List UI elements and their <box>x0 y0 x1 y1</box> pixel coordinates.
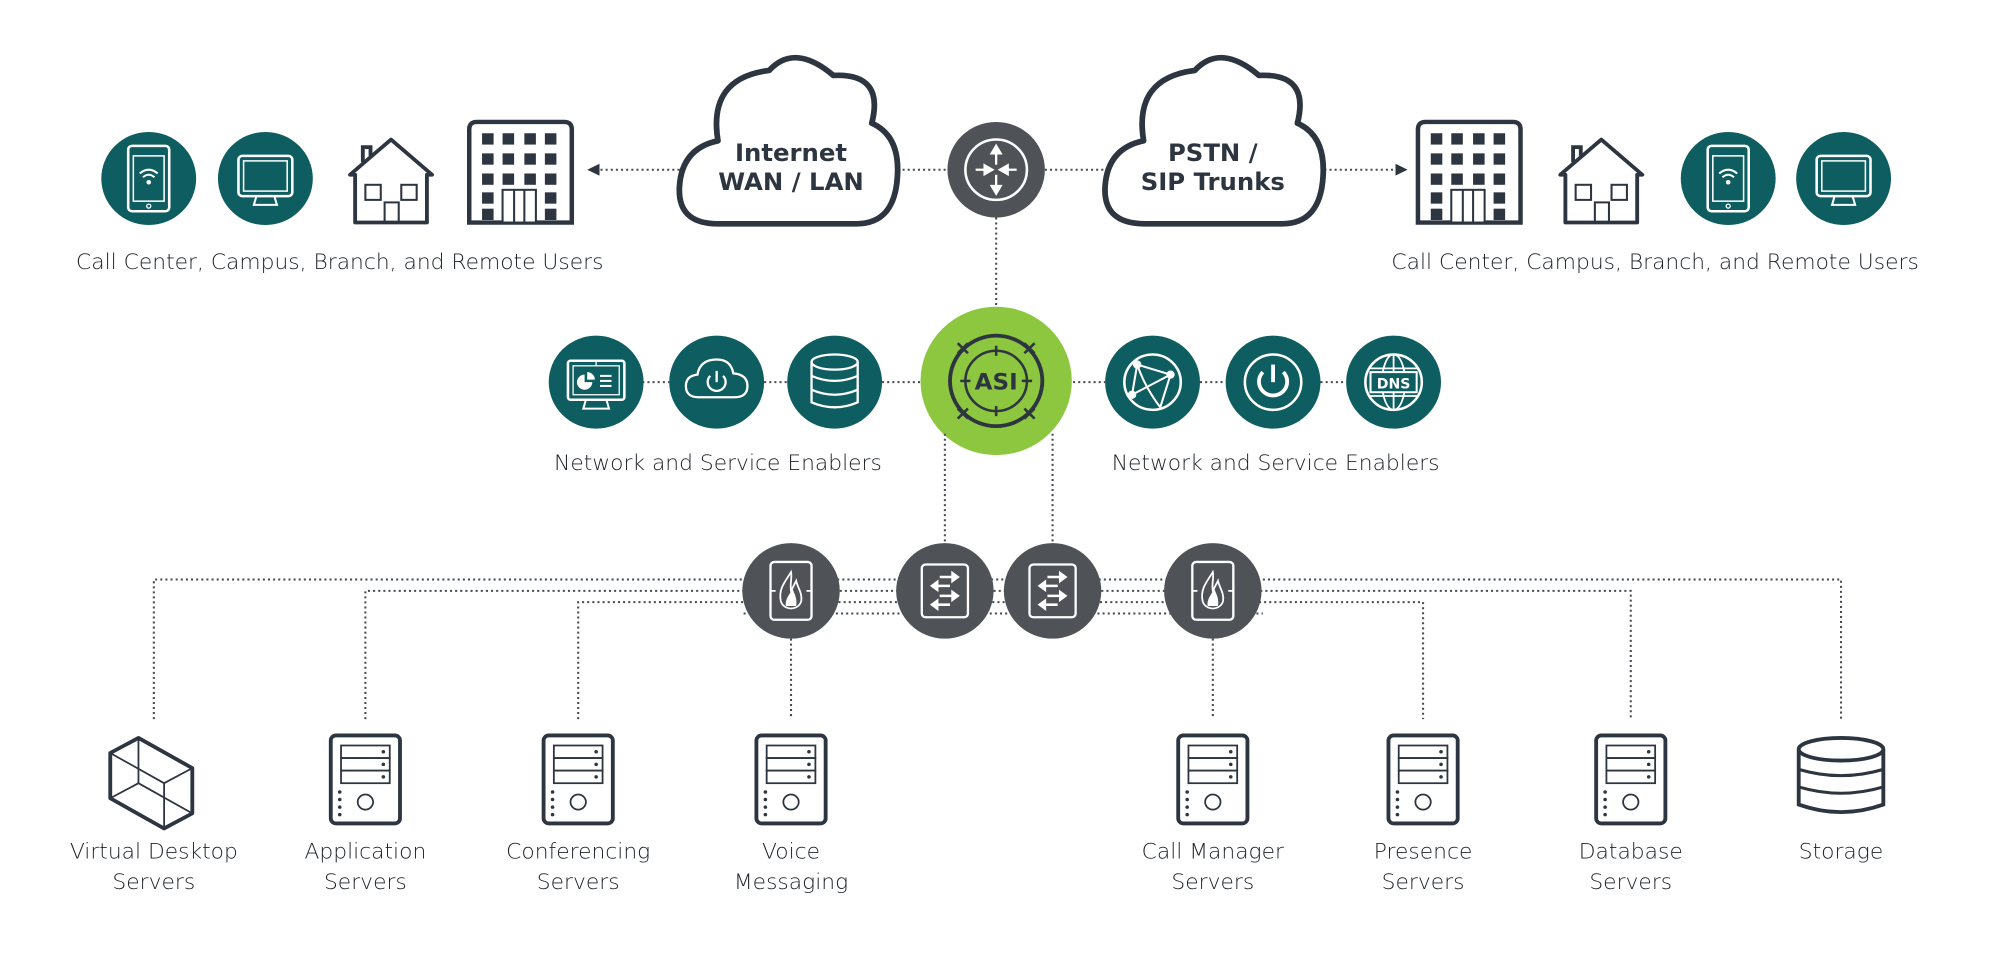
server-labels: Virtual Desktop Servers Application Serv… <box>70 840 1883 895</box>
pstn-cloud: PSTN / SIP Trunks <box>1102 54 1327 227</box>
house-icon <box>1558 137 1645 225</box>
server-label-line2: Messaging <box>734 870 848 895</box>
server-label-line1: Conferencing <box>506 840 650 865</box>
pstn-cloud-line2: SIP Trunks <box>1141 168 1285 196</box>
office-building-icon <box>1418 122 1521 223</box>
enabler-cloud-power <box>669 335 765 429</box>
left-users-label: Call Center, Campus, Branch, and Remote … <box>76 250 603 275</box>
server-label-line1: Call Manager <box>1142 840 1284 865</box>
firewall-node-right <box>1162 541 1263 640</box>
firewall-node-left <box>741 541 841 640</box>
server-tower-icon <box>1594 733 1668 826</box>
virtual-cube-icon <box>108 736 195 831</box>
server-label-line2: Servers <box>1171 870 1254 895</box>
router-node <box>947 121 1045 218</box>
internet-cloud-line2: WAN / LAN <box>718 168 864 196</box>
enabler-dns: DNS <box>1346 335 1442 429</box>
server-label-line1: Application <box>305 840 427 865</box>
asi-node[interactable]: ASI <box>920 306 1072 456</box>
network-diagram: Call Center, Campus, Branch, and Remote … <box>70 54 1919 895</box>
dns-text: DNS <box>1377 377 1411 393</box>
switch-node-right <box>1002 541 1103 640</box>
server-label-line1: Database <box>1579 840 1683 865</box>
enabler-dashboard <box>548 335 644 429</box>
enabler-power <box>1225 335 1321 429</box>
storage-server <box>1796 736 1886 814</box>
internet-cloud-line1: Internet <box>735 139 847 167</box>
monitor-icon <box>1794 130 1893 227</box>
pstn-cloud-line1: PSTN / <box>1168 139 1258 167</box>
internet-cloud: Internet WAN / LAN <box>676 54 901 227</box>
asi-label: ASI <box>975 370 1018 396</box>
server-tower-icon <box>1386 733 1460 826</box>
right-enablers-label: Network and Service Enablers <box>1112 451 1440 476</box>
server-tower-icon <box>754 733 828 826</box>
virtual-desktop-server <box>108 736 195 831</box>
tablet-wifi-icon <box>99 130 198 227</box>
server-label-line1: Storage <box>1799 840 1884 865</box>
house-icon <box>348 137 434 225</box>
enabler-globe-network <box>1105 335 1200 429</box>
monitor-icon <box>216 130 315 227</box>
server-tower-icon <box>328 733 402 826</box>
storage-disks-icon <box>1796 736 1886 814</box>
tablet-wifi-icon <box>1679 130 1777 227</box>
server-bus <box>152 578 1843 720</box>
enabler-database <box>787 335 883 429</box>
server-label-line1: Presence <box>1374 840 1473 865</box>
server-label-line2: Servers <box>112 870 195 895</box>
left-enablers-label: Network and Service Enablers <box>554 451 882 476</box>
server-label-line2: Servers <box>324 870 407 895</box>
server-tower-icon <box>541 733 615 826</box>
server-tower-icon <box>1176 733 1250 826</box>
server-label-line2: Servers <box>1589 870 1672 895</box>
right-users-label: Call Center, Campus, Branch, and Remote … <box>1391 250 1918 275</box>
switch-node-left <box>894 541 995 640</box>
server-label-line2: Servers <box>1382 870 1465 895</box>
server-label-line2: Servers <box>537 870 620 895</box>
server-label-line1: Voice <box>762 840 820 865</box>
office-building-icon <box>469 122 572 223</box>
server-label-line1: Virtual Desktop <box>70 840 238 865</box>
